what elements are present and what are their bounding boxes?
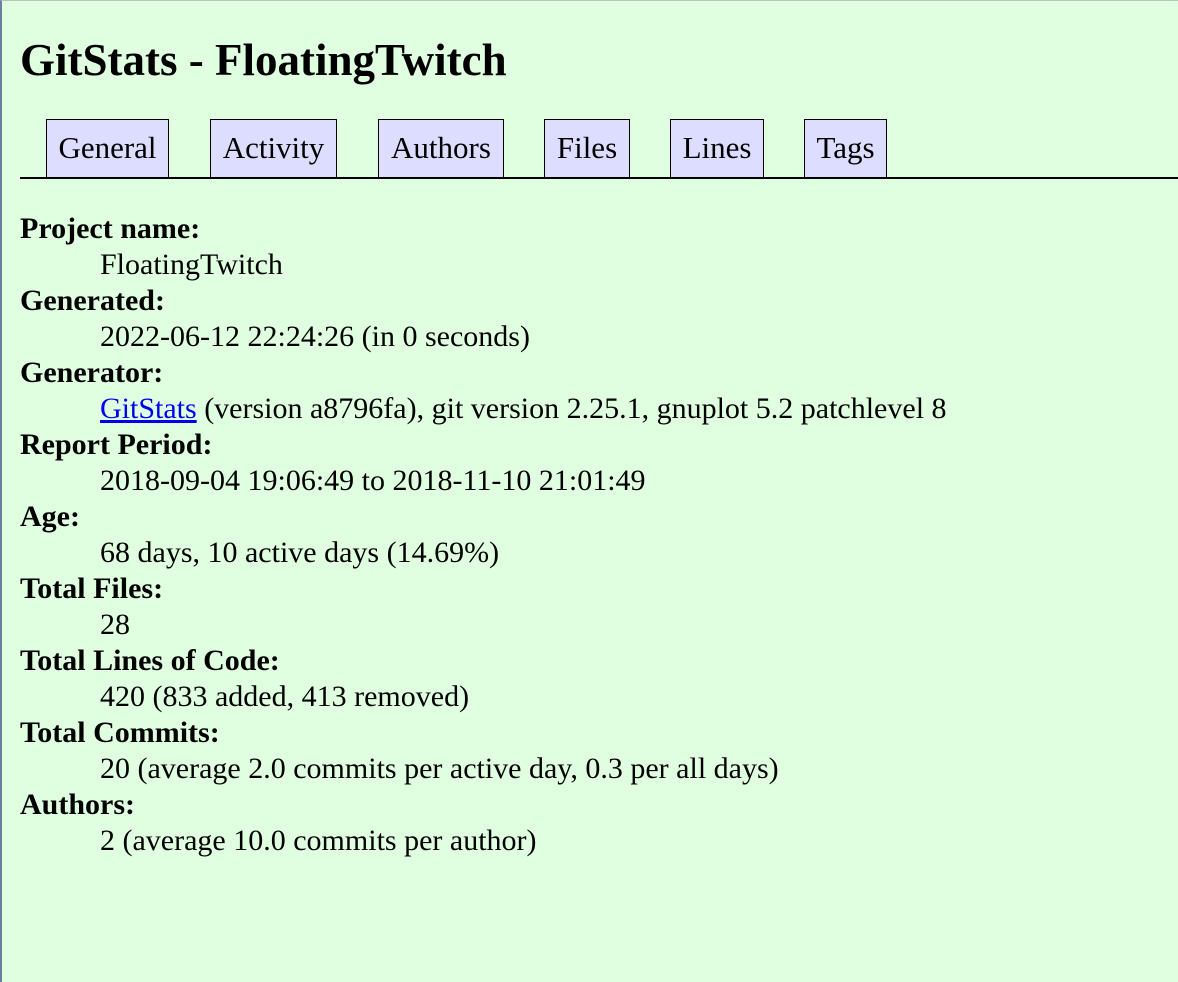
total-commits-value: 20 (average 2.0 commits per active day, … — [100, 752, 779, 785]
nav-tabs: General Activity Authors Files Lines Tag… — [20, 119, 1178, 179]
tab-lines[interactable]: Lines — [670, 119, 764, 177]
gitstats-link[interactable]: GitStats — [100, 392, 197, 425]
project-name-label: Project name: — [20, 212, 201, 245]
page-title: GitStats - FloatingTwitch — [20, 35, 507, 85]
generator-details: (version a8796fa), git version 2.25.1, g… — [196, 392, 947, 425]
report-period-value: 2018-09-04 19:06:49 to 2018-11-10 21:01:… — [100, 464, 646, 497]
total-files-label: Total Files: — [20, 572, 164, 605]
total-files-value: 28 — [100, 608, 130, 641]
authors-label: Authors: — [20, 788, 136, 821]
generator-label: Generator: — [20, 356, 164, 389]
generated-value: 2022-06-12 22:24:26 (in 0 seconds) — [100, 320, 530, 353]
general-stats-list: Project name: FloatingTwitch Generated: … — [20, 211, 947, 859]
age-label: Age: — [20, 500, 80, 533]
total-lines-label: Total Lines of Code: — [20, 644, 280, 677]
generated-label: Generated: — [20, 284, 165, 317]
total-commits-label: Total Commits: — [20, 716, 220, 749]
tab-tags[interactable]: Tags — [804, 119, 887, 177]
tab-authors[interactable]: Authors — [378, 119, 504, 177]
authors-value: 2 (average 10.0 commits per author) — [100, 824, 537, 857]
age-value: 68 days, 10 active days (14.69%) — [100, 536, 500, 569]
report-period-label: Report Period: — [20, 428, 213, 461]
tab-files[interactable]: Files — [544, 119, 630, 177]
total-lines-value: 420 (833 added, 413 removed) — [100, 680, 470, 713]
generator-value: GitStats (version a8796fa), git version … — [100, 391, 947, 427]
project-name-value: FloatingTwitch — [100, 248, 283, 281]
tab-general[interactable]: General — [46, 119, 169, 177]
tab-activity[interactable]: Activity — [210, 119, 337, 177]
